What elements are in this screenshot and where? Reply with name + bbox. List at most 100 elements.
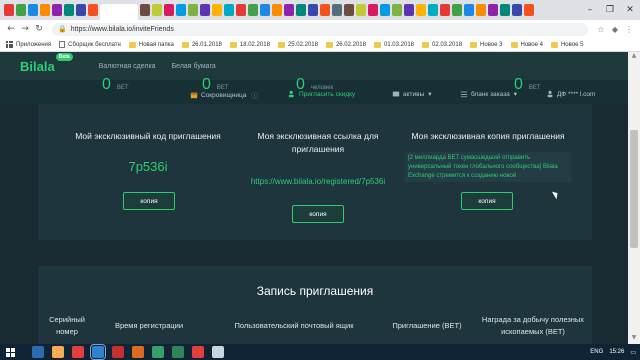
browser-tab[interactable] [296,4,306,16]
back-icon[interactable]: ← [4,22,18,36]
browser-tab[interactable] [380,4,390,16]
browser-tab[interactable] [52,4,62,16]
copy-link-button[interactable]: копия [292,205,344,223]
browser-tab[interactable] [272,4,282,16]
extension-icon[interactable]: ◆ [608,22,622,36]
browser-tab[interactable] [76,4,86,16]
assets-dropdown[interactable]: активы ▾ [392,90,432,98]
bookmark-item[interactable]: 01.03.2018 [373,41,414,48]
browser-tab[interactable] [224,4,234,16]
orders-dropdown[interactable]: бланк заказа ▾ [460,90,517,98]
chevron-down-icon: ▾ [428,91,432,98]
invite-link[interactable]: Пригласить скидку [288,90,355,98]
taskbar-app-icon[interactable] [172,346,184,358]
browser-tab[interactable] [284,4,294,16]
taskbar-app-icon[interactable] [192,346,204,358]
windows-icon [5,347,15,357]
browser-tab[interactable] [4,4,14,16]
browser-tab[interactable] [344,4,354,16]
browser-tab[interactable] [428,4,438,16]
browser-tab[interactable] [236,4,246,16]
close-icon[interactable]: ✕ [620,0,640,20]
minimize-icon[interactable]: – [580,0,600,20]
invite-text-box[interactable]: [2 миллиарда BET сумасшедший отправить у… [405,152,571,182]
bookmark-item[interactable]: Новое 5 [550,41,583,48]
taskbar-app-icon[interactable] [152,346,164,358]
browser-tab[interactable] [464,4,474,16]
language-indicator[interactable]: ENG [590,349,603,355]
taskbar-app-icon[interactable] [90,344,106,360]
browser-tab[interactable] [524,4,534,16]
copy-text-button[interactable]: копия [461,192,513,210]
browser-tab[interactable] [488,4,498,16]
scroll-down-icon[interactable]: ▼ [628,334,640,344]
browser-tab[interactable] [476,4,486,16]
invite-link-url[interactable]: https://www.bilala.io/registered/7p536i [243,177,393,186]
bookmark-item[interactable]: Сборщик бесплатн [59,41,121,48]
copy-code-button[interactable]: копия [123,192,175,210]
help-icon[interactable]: ⓘ [251,90,258,100]
bookmark-item[interactable]: 02.03.2018 [422,41,462,48]
browser-tab[interactable] [260,4,270,16]
browser-tab[interactable] [248,4,258,16]
browser-tab[interactable] [88,4,98,16]
user-menu[interactable]: ДФ **** l.com [546,90,595,98]
notifications-icon[interactable]: ▭ [630,349,636,356]
bookmark-item[interactable]: 18.02.2018 [229,41,270,48]
nav-link-exchange[interactable]: Валютная сделка [99,63,156,70]
browser-tab[interactable] [320,4,330,16]
taskbar-app-icon[interactable] [132,346,144,358]
taskbar-app-icon[interactable] [52,346,64,358]
column-header: Приглашение (BET) [392,321,462,330]
forward-icon[interactable]: → [18,22,32,36]
browser-tab[interactable] [512,4,522,16]
browser-tab[interactable] [332,4,342,16]
bookmark-item[interactable]: 26.01.2018 [181,41,222,48]
scroll-thumb[interactable] [630,130,638,248]
reload-icon[interactable]: ↻ [32,22,46,36]
browser-tab[interactable] [440,4,450,16]
treasury-link[interactable]: Сокровищница ⓘ [190,90,258,100]
browser-tab[interactable] [28,4,38,16]
url-input[interactable]: 🔒 https://www.bilala.io/inviteFriends [52,22,588,36]
bookmark-item[interactable]: Новое 3 [470,41,503,48]
bookmark-item[interactable]: 26.02.2018 [325,41,366,48]
browser-tab[interactable] [188,4,198,16]
browser-tab[interactable] [500,4,510,16]
browser-tab[interactable] [392,4,402,16]
taskbar-app-icon[interactable] [32,346,44,358]
maximize-icon[interactable]: ❐ [600,0,620,20]
browser-tab[interactable] [416,4,426,16]
nav-link-whitepaper[interactable]: Белая бумага [172,63,216,70]
bookmark-item[interactable]: Новая папка [128,41,174,48]
browser-tab[interactable] [308,4,318,16]
browser-tab[interactable] [100,4,138,20]
browser-tab[interactable] [16,4,26,16]
scroll-up-icon[interactable]: ▲ [628,52,640,62]
clock[interactable]: 15:26 [609,349,624,355]
system-tray: ENG 15:26 ▭ [584,344,636,360]
bookmark-item[interactable]: Новое 4 [510,41,543,48]
menu-icon[interactable]: ⋮ [622,22,636,36]
taskbar-app-icon[interactable] [112,346,124,358]
star-icon[interactable]: ☆ [594,22,608,36]
browser-tab[interactable] [452,4,462,16]
browser-tab[interactable] [356,4,366,16]
browser-tab[interactable] [64,4,74,16]
logo[interactable]: Bilala Beta [20,52,73,74]
bookmark-item[interactable]: Приложения [6,41,51,48]
browser-tab[interactable] [40,4,50,16]
browser-tab[interactable] [368,4,378,16]
browser-tab[interactable] [176,4,186,16]
start-button[interactable] [0,344,20,360]
browser-tab[interactable] [152,4,162,16]
taskbar-app-icon[interactable] [72,346,84,358]
browser-tab[interactable] [140,4,150,16]
browser-tab[interactable] [212,4,222,16]
browser-tab[interactable] [200,4,210,16]
browser-tab[interactable] [404,4,414,16]
page-scrollbar[interactable]: ▲ ▼ [628,52,640,344]
browser-tab[interactable] [164,4,174,16]
taskbar-app-icon[interactable] [212,346,224,358]
bookmark-item[interactable]: 25.02.2018 [277,41,318,48]
